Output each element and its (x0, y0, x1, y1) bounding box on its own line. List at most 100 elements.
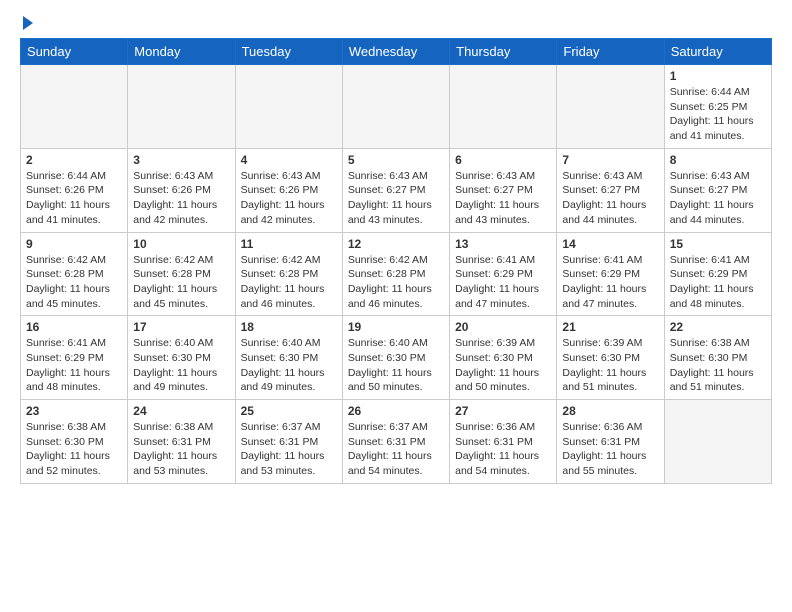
day-number: 10 (133, 237, 229, 251)
day-number: 3 (133, 153, 229, 167)
calendar-cell-empty (21, 65, 128, 149)
calendar-cell-14: 14 Sunrise: 6:41 AMSunset: 6:29 PMDayligh… (557, 232, 664, 316)
calendar-cell-2: 2 Sunrise: 6:44 AMSunset: 6:26 PMDaylight… (21, 148, 128, 232)
col-header-tuesday: Tuesday (235, 39, 342, 65)
day-info: Sunrise: 6:41 AMSunset: 6:29 PMDaylight:… (26, 336, 122, 395)
day-info: Sunrise: 6:39 AMSunset: 6:30 PMDaylight:… (562, 336, 658, 395)
day-number: 14 (562, 237, 658, 251)
calendar-cell-28: 28 Sunrise: 6:36 AMSunset: 6:31 PMDayligh… (557, 400, 664, 484)
day-number: 8 (670, 153, 766, 167)
calendar-cell-3: 3 Sunrise: 6:43 AMSunset: 6:26 PMDaylight… (128, 148, 235, 232)
logo (20, 16, 33, 30)
day-info: Sunrise: 6:38 AMSunset: 6:30 PMDaylight:… (26, 420, 122, 479)
day-info: Sunrise: 6:40 AMSunset: 6:30 PMDaylight:… (241, 336, 337, 395)
day-number: 12 (348, 237, 444, 251)
day-info: Sunrise: 6:43 AMSunset: 6:26 PMDaylight:… (241, 169, 337, 228)
day-number: 19 (348, 320, 444, 334)
calendar-week-1: 2 Sunrise: 6:44 AMSunset: 6:26 PMDaylight… (21, 148, 772, 232)
day-number: 1 (670, 69, 766, 83)
day-number: 24 (133, 404, 229, 418)
day-number: 20 (455, 320, 551, 334)
day-info: Sunrise: 6:36 AMSunset: 6:31 PMDaylight:… (562, 420, 658, 479)
calendar-cell-8: 8 Sunrise: 6:43 AMSunset: 6:27 PMDaylight… (664, 148, 771, 232)
day-number: 4 (241, 153, 337, 167)
calendar-cell-13: 13 Sunrise: 6:41 AMSunset: 6:29 PMDayligh… (450, 232, 557, 316)
day-info: Sunrise: 6:37 AMSunset: 6:31 PMDaylight:… (241, 420, 337, 479)
day-info: Sunrise: 6:42 AMSunset: 6:28 PMDaylight:… (26, 253, 122, 312)
calendar-cell-12: 12 Sunrise: 6:42 AMSunset: 6:28 PMDayligh… (342, 232, 449, 316)
calendar-header-row: SundayMondayTuesdayWednesdayThursdayFrid… (21, 39, 772, 65)
calendar-cell-20: 20 Sunrise: 6:39 AMSunset: 6:30 PMDayligh… (450, 316, 557, 400)
calendar-cell-25: 25 Sunrise: 6:37 AMSunset: 6:31 PMDayligh… (235, 400, 342, 484)
col-header-wednesday: Wednesday (342, 39, 449, 65)
day-info: Sunrise: 6:43 AMSunset: 6:27 PMDaylight:… (670, 169, 766, 228)
day-number: 27 (455, 404, 551, 418)
day-info: Sunrise: 6:42 AMSunset: 6:28 PMDaylight:… (133, 253, 229, 312)
day-info: Sunrise: 6:41 AMSunset: 6:29 PMDaylight:… (455, 253, 551, 312)
calendar-cell-21: 21 Sunrise: 6:39 AMSunset: 6:30 PMDayligh… (557, 316, 664, 400)
calendar-cell-27: 27 Sunrise: 6:36 AMSunset: 6:31 PMDayligh… (450, 400, 557, 484)
calendar-cell-16: 16 Sunrise: 6:41 AMSunset: 6:29 PMDayligh… (21, 316, 128, 400)
calendar-cell-17: 17 Sunrise: 6:40 AMSunset: 6:30 PMDayligh… (128, 316, 235, 400)
calendar-cell-7: 7 Sunrise: 6:43 AMSunset: 6:27 PMDaylight… (557, 148, 664, 232)
day-info: Sunrise: 6:40 AMSunset: 6:30 PMDaylight:… (133, 336, 229, 395)
calendar-cell-23: 23 Sunrise: 6:38 AMSunset: 6:30 PMDayligh… (21, 400, 128, 484)
calendar-cell-1: 1 Sunrise: 6:44 AMSunset: 6:25 PMDaylight… (664, 65, 771, 149)
day-info: Sunrise: 6:43 AMSunset: 6:27 PMDaylight:… (455, 169, 551, 228)
calendar-cell-9: 9 Sunrise: 6:42 AMSunset: 6:28 PMDaylight… (21, 232, 128, 316)
col-header-thursday: Thursday (450, 39, 557, 65)
day-info: Sunrise: 6:42 AMSunset: 6:28 PMDaylight:… (241, 253, 337, 312)
day-number: 9 (26, 237, 122, 251)
col-header-monday: Monday (128, 39, 235, 65)
day-number: 21 (562, 320, 658, 334)
calendar-cell-10: 10 Sunrise: 6:42 AMSunset: 6:28 PMDayligh… (128, 232, 235, 316)
calendar-cell-6: 6 Sunrise: 6:43 AMSunset: 6:27 PMDaylight… (450, 148, 557, 232)
day-info: Sunrise: 6:43 AMSunset: 6:27 PMDaylight:… (562, 169, 658, 228)
day-info: Sunrise: 6:43 AMSunset: 6:26 PMDaylight:… (133, 169, 229, 228)
day-info: Sunrise: 6:44 AMSunset: 6:26 PMDaylight:… (26, 169, 122, 228)
calendar-cell-empty (557, 65, 664, 149)
day-number: 28 (562, 404, 658, 418)
col-header-sunday: Sunday (21, 39, 128, 65)
calendar-cell-22: 22Sunrise: 6:38 AMSunset: 6:30 PMDayligh… (664, 316, 771, 400)
day-number: 6 (455, 153, 551, 167)
day-info: Sunrise: 6:39 AMSunset: 6:30 PMDaylight:… (455, 336, 551, 395)
day-number: 2 (26, 153, 122, 167)
calendar-cell-24: 24 Sunrise: 6:38 AMSunset: 6:31 PMDayligh… (128, 400, 235, 484)
day-info: Sunrise: 6:41 AMSunset: 6:29 PMDaylight:… (670, 253, 766, 312)
day-number: 26 (348, 404, 444, 418)
calendar-cell-18: 18 Sunrise: 6:40 AMSunset: 6:30 PMDayligh… (235, 316, 342, 400)
day-number: 25 (241, 404, 337, 418)
day-number: 23 (26, 404, 122, 418)
day-info: Sunrise: 6:43 AMSunset: 6:27 PMDaylight:… (348, 169, 444, 228)
calendar-week-4: 23 Sunrise: 6:38 AMSunset: 6:30 PMDayligh… (21, 400, 772, 484)
day-info: Sunrise: 6:44 AMSunset: 6:25 PMDaylight:… (670, 85, 766, 144)
calendar-table: SundayMondayTuesdayWednesdayThursdayFrid… (20, 38, 772, 484)
day-info: Sunrise: 6:40 AMSunset: 6:30 PMDaylight:… (348, 336, 444, 395)
day-number: 7 (562, 153, 658, 167)
header (20, 16, 772, 30)
calendar-cell-4: 4 Sunrise: 6:43 AMSunset: 6:26 PMDaylight… (235, 148, 342, 232)
calendar-cell-empty (450, 65, 557, 149)
day-number: 11 (241, 237, 337, 251)
calendar-cell-empty (342, 65, 449, 149)
day-number: 16 (26, 320, 122, 334)
day-number: 5 (348, 153, 444, 167)
day-info: Sunrise: 6:36 AMSunset: 6:31 PMDaylight:… (455, 420, 551, 479)
col-header-friday: Friday (557, 39, 664, 65)
page: SundayMondayTuesdayWednesdayThursdayFrid… (0, 0, 792, 494)
day-number: 13 (455, 237, 551, 251)
calendar-week-3: 16 Sunrise: 6:41 AMSunset: 6:29 PMDayligh… (21, 316, 772, 400)
calendar-cell-empty (128, 65, 235, 149)
day-info: Sunrise: 6:42 AMSunset: 6:28 PMDaylight:… (348, 253, 444, 312)
day-info: Sunrise: 6:41 AMSunset: 6:29 PMDaylight:… (562, 253, 658, 312)
day-number: 17 (133, 320, 229, 334)
logo-arrow-icon (23, 16, 33, 30)
day-number: 18 (241, 320, 337, 334)
calendar-cell-19: 19 Sunrise: 6:40 AMSunset: 6:30 PMDayligh… (342, 316, 449, 400)
day-info: Sunrise: 6:38 AMSunset: 6:31 PMDaylight:… (133, 420, 229, 479)
calendar-cell-5: 5 Sunrise: 6:43 AMSunset: 6:27 PMDaylight… (342, 148, 449, 232)
day-number: 15 (670, 237, 766, 251)
calendar-week-2: 9 Sunrise: 6:42 AMSunset: 6:28 PMDaylight… (21, 232, 772, 316)
day-info: Sunrise: 6:38 AMSunset: 6:30 PMDaylight:… (670, 336, 766, 395)
